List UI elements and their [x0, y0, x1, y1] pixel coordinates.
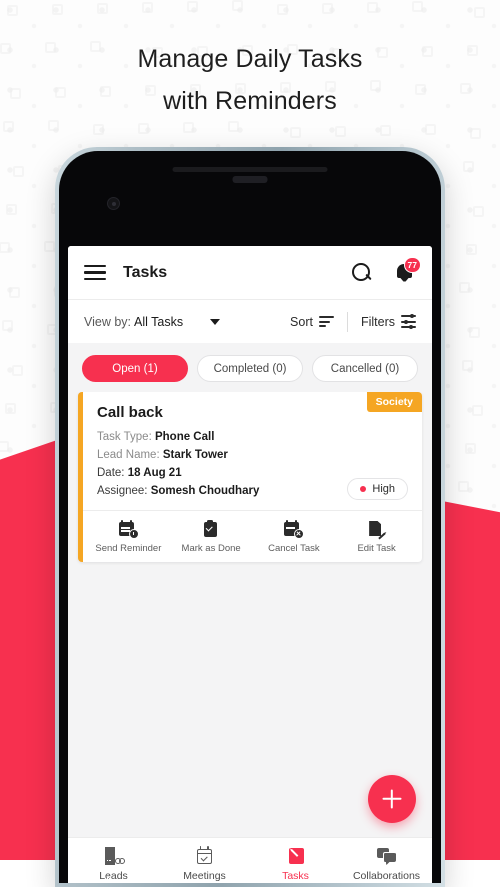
field-label: Task Type:	[97, 431, 152, 443]
nav-item-meetings[interactable]: Meetings	[159, 845, 250, 882]
promo-headline-line1: Manage Daily Tasks	[137, 45, 363, 73]
priority-dot-icon	[360, 486, 367, 492]
action-label: Send Reminder	[95, 543, 162, 554]
tab-cancelled[interactable]: Cancelled (0)	[312, 355, 418, 382]
task-card-body: Society Call back Task Type: Phone Call …	[83, 392, 422, 510]
nav-label: Meetings	[183, 870, 226, 882]
filters-button[interactable]: Filters	[360, 314, 416, 329]
document-edit-icon	[367, 520, 386, 540]
task-card-actions: Send Reminder Mark as Done Cancel Task E…	[83, 510, 422, 562]
view-by-value: All Tasks	[134, 314, 184, 329]
field-label: Lead Name:	[97, 449, 160, 461]
nav-item-collaborations[interactable]: Collaborations	[341, 847, 432, 882]
task-edit-icon	[286, 847, 306, 865]
action-label: Edit Task	[357, 543, 396, 554]
field-value: Somesh Choudhary	[150, 485, 260, 497]
nav-label: Leads	[99, 870, 128, 882]
filter-bar: View by: All Tasks Sort Filters	[68, 299, 432, 343]
action-label: Cancel Task	[268, 543, 320, 554]
chat-bubbles-icon	[376, 847, 397, 865]
filters-label: Filters	[360, 314, 395, 329]
clipboard-check-icon	[202, 519, 221, 538]
task-card[interactable]: Society Call back Task Type: Phone Call …	[78, 392, 422, 562]
phone-mockup: Tasks 77 View by: All Tasks Sort Filters…	[55, 147, 445, 887]
building-icon	[104, 847, 125, 880]
calendar-check-icon	[195, 845, 215, 865]
add-task-fab[interactable]	[368, 775, 416, 823]
task-field-task-type: Task Type: Phone Call	[97, 428, 408, 446]
divider	[346, 311, 348, 332]
status-badge: Society	[366, 392, 422, 412]
tab-open[interactable]: Open (1)	[82, 355, 188, 382]
sort-icon	[318, 316, 334, 327]
promo-headline-line2: with Reminders	[163, 87, 337, 115]
view-by-control[interactable]: View by: All Tasks	[84, 315, 183, 329]
app-bar: Tasks 77	[68, 246, 432, 299]
field-value: 18 Aug 21	[127, 467, 182, 479]
sliders-icon	[401, 314, 416, 329]
calendar-clock-icon	[118, 519, 139, 539]
field-value: Stark Tower	[162, 449, 228, 461]
task-field-lead-name: Lead Name: Stark Tower	[97, 446, 408, 464]
task-title: Call back	[97, 404, 163, 421]
notifications-button[interactable]: 77	[394, 256, 421, 284]
priority-badge[interactable]: High	[347, 478, 408, 500]
app-screen: Tasks 77 View by: All Tasks Sort Filters…	[68, 246, 432, 883]
field-label: Assignee:	[97, 485, 148, 497]
hamburger-icon[interactable]	[84, 265, 106, 280]
promo-headline: Manage Daily Tasks with Reminders	[0, 38, 500, 122]
field-label: Date:	[97, 467, 125, 479]
sort-button[interactable]: Sort	[290, 315, 334, 329]
page-title: Tasks	[123, 263, 168, 281]
phone-front-camera	[107, 197, 120, 210]
edit-task-button[interactable]: Edit Task	[335, 520, 418, 554]
bottom-navigation: Leads Meetings Tasks Collaborations	[68, 837, 432, 883]
phone-earpiece	[172, 167, 328, 172]
send-reminder-button[interactable]: Send Reminder	[87, 519, 170, 554]
nav-label: Collaborations	[352, 870, 421, 882]
calendar-cancel-icon	[284, 519, 305, 539]
priority-label: High	[372, 483, 395, 495]
chevron-down-icon[interactable]	[210, 318, 221, 325]
search-icon[interactable]	[352, 262, 372, 283]
field-value: Phone Call	[154, 431, 215, 443]
cancel-task-button[interactable]: Cancel Task	[253, 519, 336, 554]
status-tabs: Open (1) Completed (0) Cancelled (0)	[68, 343, 432, 392]
nav-label: Tasks	[282, 870, 309, 882]
phone-bezel: Tasks 77 View by: All Tasks Sort Filters…	[59, 151, 441, 883]
view-by-label: View by:	[84, 314, 132, 329]
nav-item-tasks[interactable]: Tasks	[250, 847, 341, 882]
phone-top-slot	[232, 176, 268, 183]
sort-label: Sort	[290, 314, 313, 329]
task-list: Society Call back Task Type: Phone Call …	[68, 392, 432, 837]
nav-item-leads[interactable]: Leads	[68, 847, 159, 882]
action-label: Mark as Done	[181, 543, 241, 554]
tab-completed[interactable]: Completed (0)	[197, 355, 303, 382]
mark-as-done-button[interactable]: Mark as Done	[170, 519, 253, 554]
notification-badge: 77	[403, 256, 421, 273]
